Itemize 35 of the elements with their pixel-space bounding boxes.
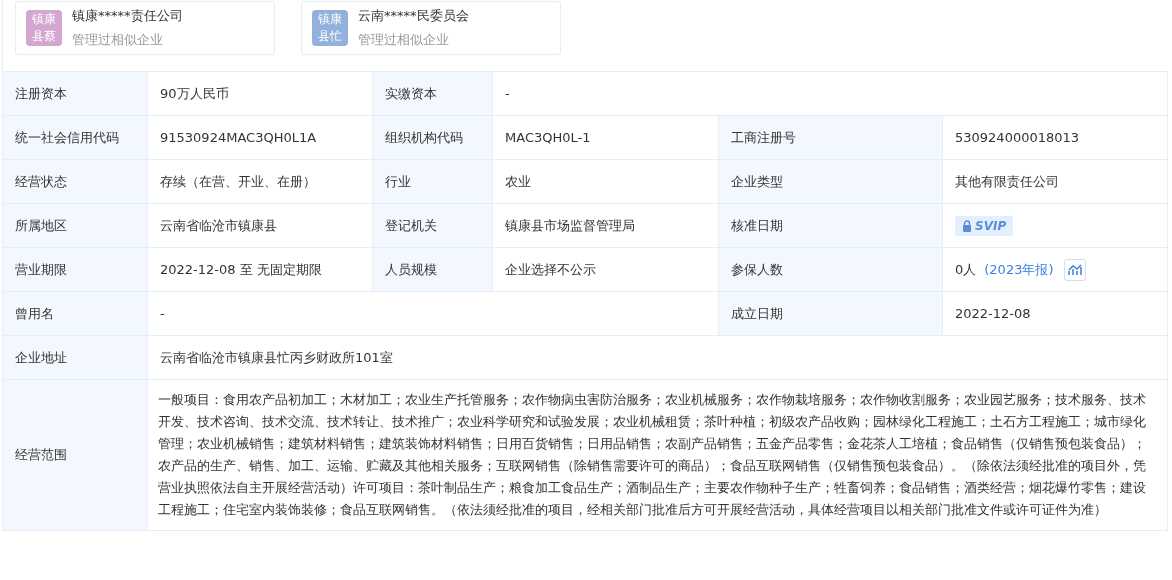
company-name[interactable]: 镇康*****责任公司	[72, 7, 183, 25]
company-note: 管理过相似企业	[72, 31, 164, 49]
trend-chart-button[interactable]	[1063, 258, 1086, 281]
field-label: 行业	[373, 160, 493, 204]
field-label: 所属地区	[3, 204, 148, 248]
field-label: 经营状态	[3, 160, 148, 204]
field-label: 成立日期	[719, 292, 943, 336]
field-value: 其他有限责任公司	[943, 160, 1168, 204]
field-label: 参保人数	[719, 248, 943, 292]
field-label: 统一社会信用代码	[3, 116, 148, 160]
field-label: 核准日期	[719, 204, 943, 248]
company-avatar: 镇康县忙	[312, 10, 348, 46]
field-label: 实缴资本	[373, 72, 493, 116]
field-label: 工商注册号	[719, 116, 943, 160]
annual-report-link[interactable]: (2023年报)	[984, 260, 1054, 279]
field-label: 组织机构代码	[373, 116, 493, 160]
field-label: 营业期限	[3, 248, 148, 292]
field-label: 注册资本	[3, 72, 148, 116]
lock-icon	[962, 219, 972, 232]
company-note: 管理过相似企业	[358, 31, 450, 49]
field-value: 530924000018013	[943, 116, 1168, 160]
field-label: 经营范围	[3, 380, 148, 531]
trend-chart-icon	[1067, 263, 1082, 276]
business-scope-text: 一般项目：食用农产品初加工；木材加工；农业生产托管服务；农作物病虫害防治服务；农业机械服务；农作物栽培服务；农作物收割服务；农业园艺服务；技术服务、技术开发、技术咨询、技术交流、技术转让、技术推广；农业科学研究和试验发展；农业机械租赁；茶叶种植；初级农产品收购；园林绿化工程施工；土石方工程施工；城市绿化管理；农业机械销售；建筑材料销售；建筑装饰材料销售；日用百货销售；日用品销售；农副产品销售；五金产品零售；金花茶人工培植；食品销售（仅销售预包装食品）；农产品的生产、销售、加工、运输、贮藏及其他相关服务；互联网销售（除销售需要许可的商品）；食品互联网销售（仅销售预包装食品）。（除依法须经批准的项目外，凭营业执照依法自主开展经营活动）许可项目：茶叶制品生产；粮食加工食品生产；酒制品生产；主要农作物种子生产；牲畜饲养；食品销售；酒类经营；烟花爆竹零售；建设工程施工；住宅室内装饰装修；食品互联网销售。（依法须经批准的项目，经相关部门批准后方可开展经营活动，具体经营项目以相关部门批准文件或许可证件为准）	[148, 380, 1168, 531]
field-value: 0人	[955, 260, 977, 279]
field-label: 企业地址	[3, 336, 148, 380]
field-value: 2022-12-08	[943, 292, 1168, 336]
company-name[interactable]: 云南*****民委员会	[358, 7, 469, 25]
field-label: 登记机关	[373, 204, 493, 248]
field-label: 曾用名	[3, 292, 148, 336]
field-label: 企业类型	[719, 160, 943, 204]
company-avatar: 镇康县蔡	[26, 10, 62, 46]
field-value: -	[148, 292, 719, 336]
field-label: 人员规模	[373, 248, 493, 292]
field-value: 云南省临沧市镇康县忙丙乡财政所101室	[148, 336, 1168, 380]
